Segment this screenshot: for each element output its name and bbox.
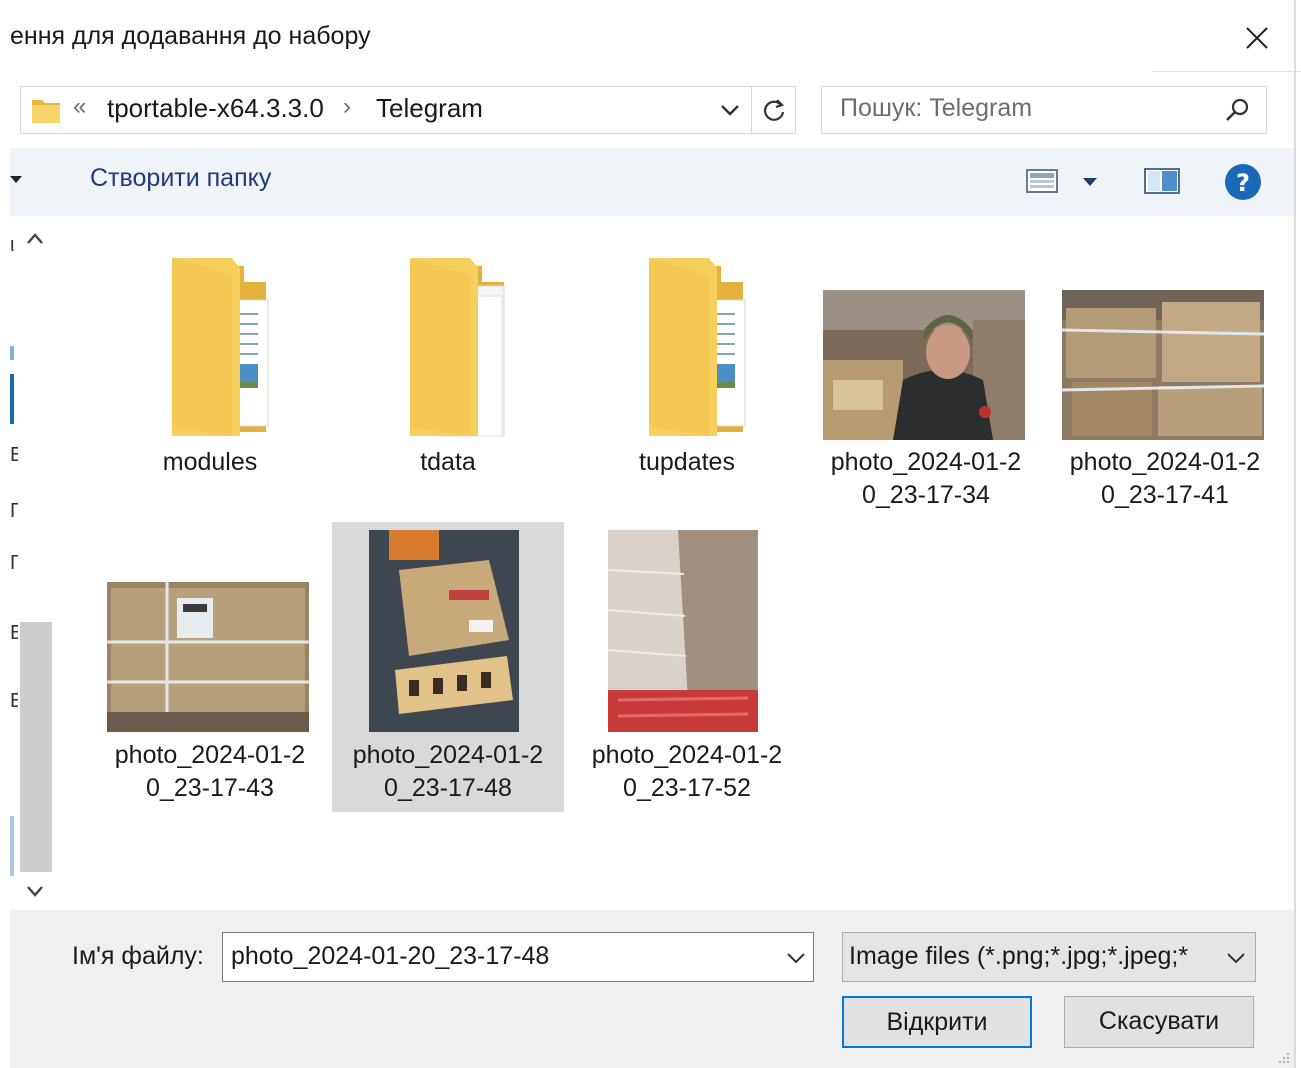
view-options-icon[interactable] <box>1026 166 1058 196</box>
view-dropdown-icon[interactable] <box>1080 172 1100 192</box>
window-edge <box>1294 0 1296 1068</box>
svg-text:?: ? <box>1236 169 1250 197</box>
address-bar[interactable]: « tportable-x64.3.3.0 › Telegram <box>20 86 796 134</box>
scrollbar-thumb[interactable] <box>20 622 52 872</box>
file-name: tdata <box>420 448 476 476</box>
help-icon[interactable]: ? <box>1224 163 1262 201</box>
new-folder-button[interactable]: Створити папку <box>90 164 271 193</box>
search-placeholder: Пошук: Telegram <box>840 94 1033 122</box>
file-name-line1: photo_2024-01-2 <box>830 448 1022 476</box>
file-name-line1: photo_2024-01-2 <box>1069 448 1261 476</box>
file-name-line1: photo_2024-01-2 <box>114 741 306 769</box>
folder-icon <box>649 258 746 436</box>
nav-item-indicator <box>10 816 14 876</box>
organize-caret-icon[interactable] <box>10 172 24 186</box>
command-toolbar: Створити папку ? <box>10 148 1294 216</box>
file-item-photo-23-17-43[interactable]: photo_2024-01-2 0_23-17-43 <box>94 522 326 810</box>
filename-input[interactable]: photo_2024-01-20_23-17-48 <box>222 932 814 982</box>
photo-thumbnail <box>608 530 758 732</box>
dialog-title: ення для додавання до набору <box>10 22 371 50</box>
file-item-tdata[interactable]: tdata <box>332 246 564 486</box>
file-type-select[interactable]: Image files (*.png;*.jpg;*.jpeg;* <box>842 932 1256 982</box>
breadcrumb-tportable[interactable]: tportable-x64.3.3.0 <box>107 93 324 124</box>
cancel-button[interactable]: Скасувати <box>1064 996 1254 1048</box>
file-name-line2: 0_23-17-48 <box>384 774 512 802</box>
file-item-modules[interactable]: modules <box>94 246 326 486</box>
nav-item-fragment[interactable]: Γ <box>10 500 18 522</box>
file-list: modules tdata tupdates photo_2024-01-2 0… <box>52 216 1294 910</box>
file-name-line2: 0_23-17-43 <box>146 774 274 802</box>
nav-item-fragment[interactable]: Γ <box>10 552 18 574</box>
address-row: « tportable-x64.3.3.0 › Telegram Пошук: … <box>0 72 1294 148</box>
close-icon[interactable] <box>1237 18 1277 58</box>
breadcrumb-telegram[interactable]: Telegram <box>376 93 483 124</box>
file-name: tupdates <box>639 448 735 476</box>
nav-item-indicator <box>10 346 14 360</box>
photo-thumbnail <box>823 290 1025 440</box>
file-name: modules <box>162 448 258 476</box>
file-item-photo-23-17-52[interactable]: photo_2024-01-2 0_23-17-52 <box>571 522 803 810</box>
filename-label: Ім'я файлу: <box>72 942 204 970</box>
search-icon[interactable] <box>1222 95 1252 125</box>
open-button[interactable]: Відкрити <box>842 996 1032 1048</box>
file-name-line1: photo_2024-01-2 <box>352 741 544 769</box>
preview-pane-icon[interactable] <box>1144 166 1180 196</box>
file-item-photo-23-17-41[interactable]: photo_2024-01-2 0_23-17-41 <box>1049 246 1281 516</box>
navigation-pane: ι E Γ Γ E E <box>10 216 52 910</box>
folder-icon <box>172 258 269 436</box>
file-name-line2: 0_23-17-52 <box>623 774 751 802</box>
nav-item-fragment[interactable]: E <box>10 690 18 712</box>
photo-thumbnail <box>1062 290 1264 440</box>
folder-icon <box>32 100 60 123</box>
file-name-line1: photo_2024-01-2 <box>591 741 783 769</box>
file-item-tupdates[interactable]: tupdates <box>571 246 803 486</box>
nav-item-fragment[interactable]: E <box>10 444 18 466</box>
scroll-down-icon[interactable] <box>24 880 46 902</box>
file-type-value: Image files (*.png;*.jpg;*.jpeg;* <box>849 942 1189 970</box>
resize-grip-icon[interactable] <box>1278 1052 1290 1064</box>
breadcrumb-overflow[interactable]: « <box>73 93 86 121</box>
nav-item-fragment[interactable]: E <box>10 622 18 644</box>
refresh-icon[interactable] <box>759 95 789 125</box>
filename-value[interactable]: photo_2024-01-20_23-17-48 <box>231 942 549 971</box>
chevron-down-icon <box>1227 953 1245 964</box>
photo-thumbnail <box>369 530 519 732</box>
photo-thumbnail <box>107 582 309 732</box>
nav-item-selected-indicator <box>10 374 14 424</box>
file-item-photo-23-17-34[interactable]: photo_2024-01-2 0_23-17-34 <box>810 246 1042 516</box>
nav-item-fragment[interactable]: ι <box>10 234 18 256</box>
file-item-photo-23-17-48[interactable]: photo_2024-01-2 0_23-17-48 <box>332 522 564 812</box>
file-name-line2: 0_23-17-41 <box>1101 481 1229 509</box>
chevron-down-icon[interactable] <box>783 945 809 971</box>
search-input[interactable]: Пошук: Telegram <box>821 86 1267 134</box>
address-divider <box>751 87 752 133</box>
folder-icon <box>410 258 505 437</box>
dialog-footer: Ім'я файлу: photo_2024-01-20_23-17-48 Im… <box>10 910 1294 1068</box>
scroll-up-icon[interactable] <box>24 228 46 250</box>
chevron-down-icon[interactable] <box>715 95 745 125</box>
breadcrumb-separator[interactable]: › <box>343 93 351 121</box>
file-name-line2: 0_23-17-34 <box>862 481 990 509</box>
title-bar: ення для додавання до набору <box>0 0 1301 72</box>
